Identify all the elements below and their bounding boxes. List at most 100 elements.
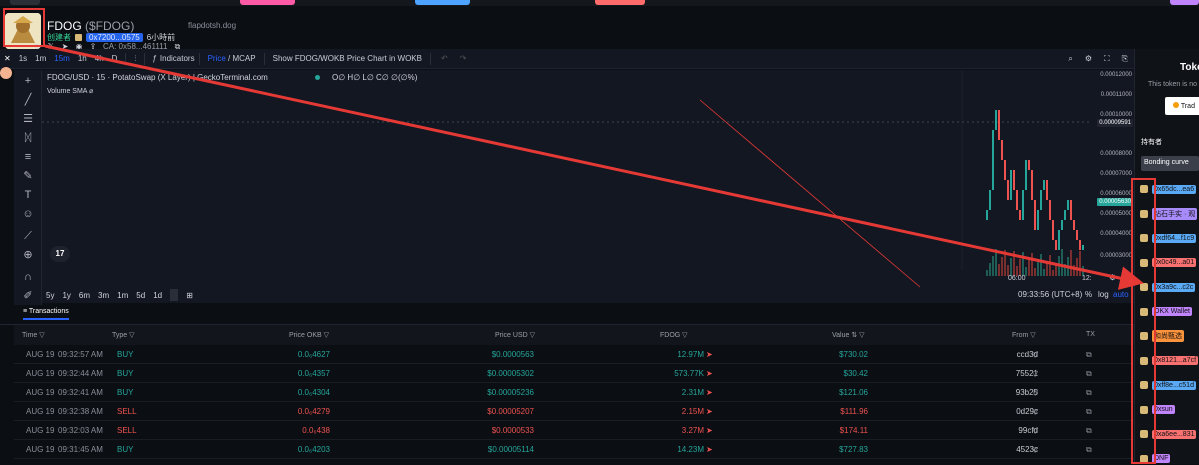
hlines-icon[interactable]: ☰ [22,113,34,125]
external-link-icon[interactable]: ⧉ [1086,350,1092,360]
crosshair-icon[interactable]: + [22,75,34,87]
tx-value: $30.42 [843,369,868,378]
col-type[interactable]: Type ▽ [112,331,135,339]
volume-bar [1058,256,1060,276]
tx-time: 09:32:57 AM [58,350,103,359]
external-link-icon[interactable]: ⧉ [1086,445,1092,455]
table-row[interactable]: AUG 19 09:31:45 AM BUY 0.0₆4203 $0.00005114 1… [14,440,1134,459]
candle-style-icon[interactable]: ⫶ [130,54,140,64]
date-range-icon[interactable]: ⊞ [182,291,197,300]
emoji-icon[interactable]: ☺ [22,208,34,220]
filter-icon[interactable]: ▽ [1032,369,1038,378]
indicators-icon[interactable]: ƒ [149,54,159,63]
col-price-okb[interactable]: Price OKB ▽ [289,331,329,339]
candle [1055,240,1057,250]
filter-icon[interactable]: ▽ [1032,426,1038,435]
table-row[interactable]: AUG 19 09:32:03 AM SELL 0.0₆438 $0.0000533 3.… [14,421,1134,440]
volume-bar [986,270,988,276]
external-link-icon[interactable]: ⧉ [1086,369,1092,379]
range-1y[interactable]: 1y [58,291,74,300]
fib-icon[interactable]: ≡ [22,151,34,163]
dex-icon: ➤ [706,388,713,397]
token-name: FDOG ($FDOG) [47,19,135,33]
text-icon[interactable]: T [22,189,34,201]
camera-icon[interactable]: ⎘ [1116,54,1134,64]
interval-1h[interactable]: 1h [74,54,91,63]
gear-icon[interactable]: ⚙ [1079,54,1098,63]
table-row[interactable]: AUG 19 09:32:41 AM BUY 0.0₆4304 $0.00005236 2… [14,383,1134,402]
ruler-icon[interactable]: ⟋ [22,230,34,242]
indicators-button[interactable]: Indicators [160,54,195,63]
table-row[interactable]: AUG 19 09:32:57 AM BUY 0.0₆4627 $0.0000563 12… [14,345,1134,364]
last-price-label: 0.00005630 [1097,198,1133,206]
holder-label: OKX Wallet [1152,307,1192,316]
token-header: FDOG ($FDOG) flapdotsh.dog 创建者 0x7200...… [0,6,1199,51]
price-mcap-toggle[interactable]: Price / MCAP [204,54,260,63]
range-5d[interactable]: 5d [132,291,149,300]
token-website-link[interactable]: flapdotsh.dog [188,21,236,30]
range-1d[interactable]: 1d [149,291,166,300]
filter-icon[interactable]: ▽ [1032,388,1038,397]
x-axis-tick: 06:00 [1008,275,1026,282]
range-1m[interactable]: 1m [113,291,132,300]
col-amount[interactable]: FDOG ▽ [660,331,688,339]
magnet-icon[interactable]: ∩ [22,271,34,283]
external-link-icon[interactable]: ⧉ [1086,426,1092,436]
col-price-usd[interactable]: Price USD ▽ [495,331,535,339]
col-time[interactable]: Time ▽ [22,331,45,339]
fullscreen-icon[interactable]: ⛶ [1098,54,1116,64]
table-row[interactable]: AUG 19 09:32:44 AM BUY 0.0₆4357 $0.00005302 5… [14,364,1134,383]
col-from[interactable]: From ▽ [1012,331,1036,339]
external-link-icon[interactable]: ⧉ [1086,388,1092,398]
candle [1016,190,1018,210]
interval-1s[interactable]: 1s [15,54,31,63]
creator-address[interactable]: 0x7200...0575 [86,33,143,42]
tx-time: 09:32:44 AM [58,369,103,378]
tx-amount: 573.77K [674,369,704,378]
trendline-icon[interactable]: ╱ [22,94,34,106]
interval-1m[interactable]: 1m [31,54,50,63]
undo-icon[interactable]: ↶ [435,54,454,63]
candle [1004,160,1006,180]
log-toggle[interactable]: log [1098,290,1109,299]
trade-button[interactable]: Trad [1165,97,1199,115]
y-tick: 0.00005000 [1100,211,1132,217]
filter-icon[interactable]: ▽ [1032,445,1038,454]
y-tick: 0.00012000 [1100,72,1132,78]
brush-icon[interactable]: ✎ [22,170,34,182]
interval-15m[interactable]: 15m [50,54,74,63]
side-panel-title: Toke [1180,62,1199,73]
bonding-curve-button[interactable]: Bonding curve [1141,156,1199,171]
chart-clock[interactable]: 09:33:56 (UTC+8) [1018,290,1082,299]
price-axis[interactable]: 0.00012000 0.00011000 0.00010000 0.00009… [1091,70,1134,288]
range-5y[interactable]: 5y [42,291,58,300]
interval-4h[interactable]: 4h [91,54,108,63]
show-wokb-chart-button[interactable]: Show FDOG/WOKB Price Chart in WOKB [269,54,426,63]
lock-icon[interactable]: ✐ [22,290,34,302]
range-3m[interactable]: 3m [94,291,113,300]
col-value[interactable]: Value ⇅ ▽ [832,331,865,339]
side-panel-subtitle: This token is no [1148,81,1198,88]
percent-toggle[interactable]: % [1085,290,1092,299]
filter-icon[interactable]: ▽ [1032,407,1038,416]
redo-icon[interactable]: ↷ [454,54,473,63]
table-row[interactable]: AUG 19 09:32:38 AM SELL 0.0₆4279 $0.00005207… [14,402,1134,421]
dex-icon: ➤ [706,369,713,378]
pattern-icon[interactable]: ᛞ [22,132,34,144]
filter-icon[interactable]: ▽ [1032,350,1038,359]
price-chart[interactable]: FDOG/USD · 15 · PotatoSwap (X Layer) | G… [42,70,1092,288]
tradingview-logo-icon[interactable]: 17 [50,246,70,262]
external-link-icon[interactable]: ⧉ [1086,407,1092,417]
auto-toggle[interactable]: auto [1113,290,1129,299]
search-icon[interactable]: ⌕ [1062,54,1078,64]
tab-transactions[interactable]: ≡ Transactions [23,308,69,320]
zoom-icon[interactable]: ⊕ [22,249,34,261]
y-tick: 0.00003000 [1100,253,1132,259]
holder-label: 钻石手实 · 观 [1152,207,1198,220]
range-6m[interactable]: 6m [75,291,94,300]
settings-icon[interactable]: ⚙ [1109,273,1116,282]
tx-amount: 3.27M [681,426,704,435]
interval-d[interactable]: D [108,54,122,63]
tx-value: $121.06 [839,388,868,397]
tx-type: SELL [117,426,137,435]
